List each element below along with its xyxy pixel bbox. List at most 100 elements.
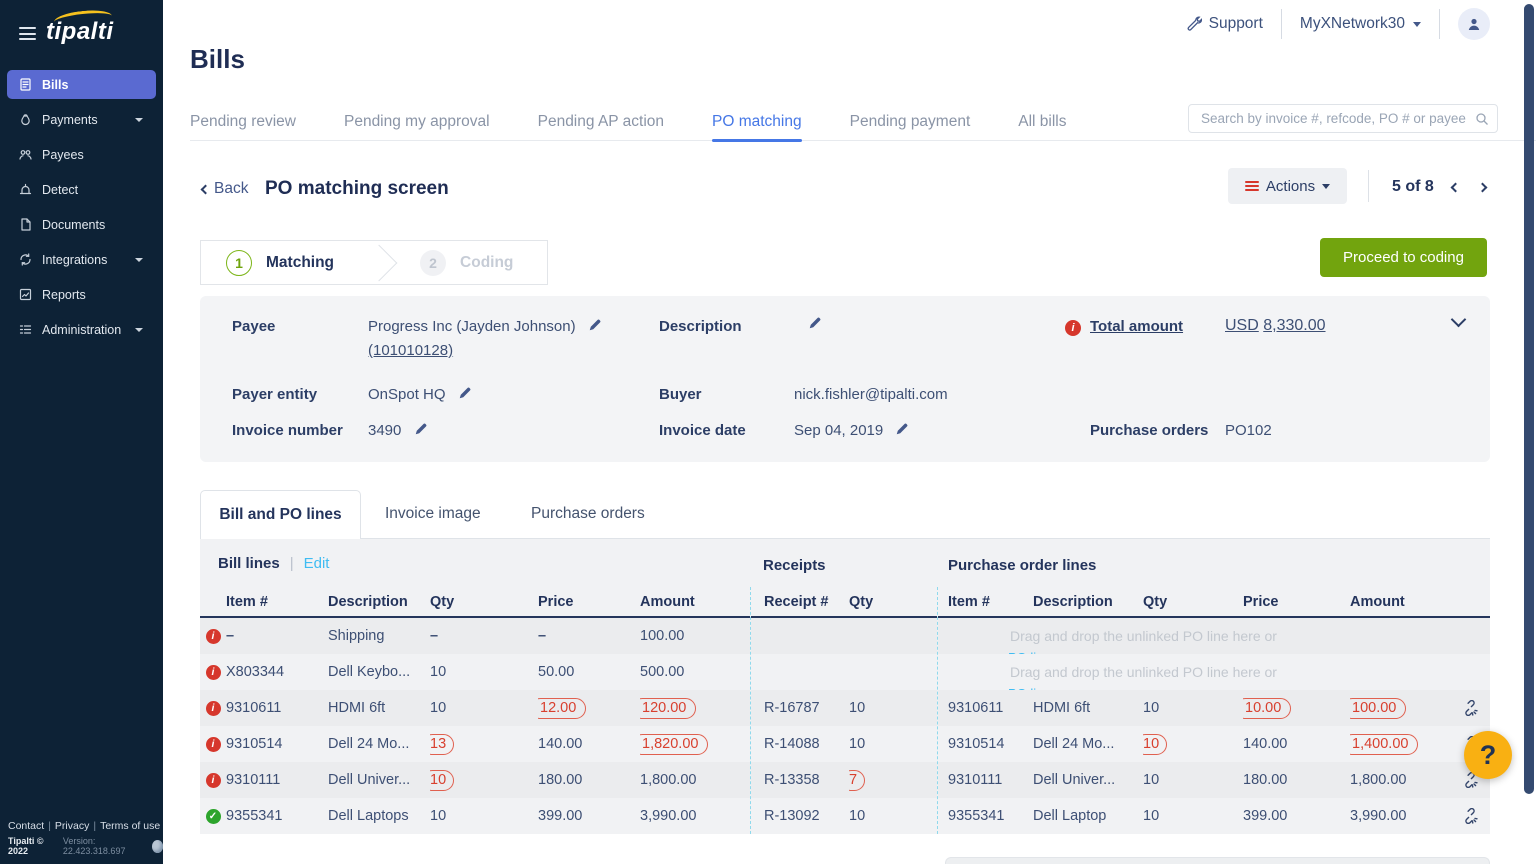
table-row[interactable]: i – Shipping – – 100.00 bbox=[200, 618, 750, 654]
user-avatar[interactable] bbox=[1458, 8, 1490, 40]
terms-link[interactable]: Terms of use bbox=[100, 820, 160, 832]
menu-hamburger-icon[interactable] bbox=[19, 27, 36, 40]
po-drop-zone[interactable]: Drag and drop the unlinked PO line here … bbox=[938, 618, 1490, 654]
table-row[interactable]: 9310514 Dell 24 Mo... 10 140.00 1,400.00 bbox=[938, 726, 1490, 762]
mismatch-badge: 1,400.00 bbox=[1350, 734, 1418, 755]
po-drop-zone[interactable]: Drag and drop the unlinked PO line here … bbox=[938, 654, 1490, 690]
privacy-link[interactable]: Privacy bbox=[55, 820, 89, 832]
table-row[interactable]: R-133587 bbox=[751, 762, 937, 798]
sidebar-item-reports[interactable]: Reports bbox=[7, 280, 156, 309]
table-row[interactable]: 9310611 HDMI 6ft 10 10.00 100.00 bbox=[938, 690, 1490, 726]
globe-icon[interactable] bbox=[152, 840, 163, 853]
edit-bill-lines-link[interactable]: Edit bbox=[304, 555, 330, 572]
table-row[interactable]: i 9310514 Dell 24 Mo... 13 140.00 1,820.… bbox=[200, 726, 750, 762]
edit-payer-entity-icon[interactable] bbox=[458, 386, 472, 404]
chevron-down-icon bbox=[135, 328, 143, 332]
help-button[interactable]: ? bbox=[1464, 731, 1512, 779]
unlink-icon[interactable] bbox=[1450, 808, 1490, 824]
tab-invoice-image[interactable]: Invoice image bbox=[385, 505, 481, 523]
table-row[interactable]: 9355341 Dell Laptop 10 399.00 3,990.00 bbox=[938, 798, 1490, 834]
collapse-summary-chevron[interactable] bbox=[1451, 312, 1467, 328]
payer-entity-value: OnSpot HQ bbox=[368, 386, 472, 404]
mismatch-badge: 7 bbox=[849, 770, 865, 791]
table-row[interactable]: 9310111 Dell Univer... 10 180.00 1,800.0… bbox=[938, 762, 1490, 798]
tab-pending-ap-action[interactable]: Pending AP action bbox=[538, 103, 664, 141]
payee-id-link[interactable]: (101010128) bbox=[368, 342, 453, 359]
edit-payee-icon[interactable] bbox=[588, 318, 602, 336]
step-coding[interactable]: 2 Coding bbox=[420, 250, 513, 276]
edit-invoice-date-icon[interactable] bbox=[895, 422, 909, 440]
topbar-divider bbox=[1439, 9, 1440, 39]
mismatch-badge: 1,820.00 bbox=[640, 734, 708, 755]
table-row bbox=[751, 618, 937, 654]
payments-icon bbox=[18, 112, 33, 127]
sidebar-footer: Contact|Privacy|Terms of use Tipalti © 2… bbox=[8, 820, 163, 856]
reports-icon bbox=[18, 287, 33, 302]
table-row[interactable]: ✓ 9355341 Dell Laptops 10 399.00 3,990.0… bbox=[200, 798, 750, 834]
record-pager: 5 of 8 bbox=[1392, 176, 1488, 198]
actions-label: Actions bbox=[1266, 178, 1315, 195]
account-menu[interactable]: MyXNetwork30 bbox=[1300, 15, 1421, 33]
tab-pending-payment[interactable]: Pending payment bbox=[850, 103, 971, 141]
receipts-table: Receipt # Qty R-1678710 R-1408810 R-1335… bbox=[750, 587, 938, 834]
pager-next-button[interactable] bbox=[1477, 176, 1488, 198]
description-label: Description bbox=[659, 318, 742, 335]
invoice-number-label: Invoice number bbox=[232, 422, 343, 439]
edit-description-icon[interactable] bbox=[808, 316, 822, 334]
table-row[interactable]: R-1309210 bbox=[751, 798, 937, 834]
total-amount-value[interactable]: USD 8,330.00 bbox=[1225, 317, 1326, 335]
table-row[interactable]: i 9310111 Dell Univer... 10 180.00 1,800… bbox=[200, 762, 750, 798]
step-matching[interactable]: 1 Matching bbox=[201, 250, 334, 276]
actions-menu-icon bbox=[1245, 181, 1259, 192]
search-input[interactable] bbox=[1189, 111, 1475, 126]
sidebar-item-payees[interactable]: Payees bbox=[7, 140, 156, 169]
tab-purchase-orders[interactable]: Purchase orders bbox=[531, 505, 645, 523]
proceed-to-coding-button[interactable]: Proceed to coding bbox=[1320, 238, 1487, 277]
vertical-scrollbar[interactable] bbox=[1524, 4, 1534, 794]
tab-pending-my-approval[interactable]: Pending my approval bbox=[344, 103, 490, 141]
step-arrow bbox=[361, 244, 398, 281]
sidebar-item-label: Administration bbox=[42, 323, 121, 337]
bill-lines-table: Item # Description Qty Price Amount i – … bbox=[200, 587, 750, 834]
pager-prev-button[interactable] bbox=[1450, 176, 1461, 198]
version-text: Version: 22.423.318.697 bbox=[63, 836, 147, 856]
table-row[interactable]: i 9310611 HDMI 6ft 10 12.00 120.00 bbox=[200, 690, 750, 726]
po-lines-table: Item # Description Qty Price Amount Drag… bbox=[938, 587, 1490, 834]
po-lines-title: Purchase order lines bbox=[948, 557, 1096, 574]
tab-bill-and-po-lines[interactable]: Bill and PO lines bbox=[200, 490, 361, 539]
screen-title: PO matching screen bbox=[265, 178, 449, 200]
support-button[interactable]: Support bbox=[1186, 15, 1263, 33]
next-section-edge bbox=[945, 857, 1490, 864]
total-amount-error-icon[interactable]: i bbox=[1065, 318, 1081, 336]
search-icon[interactable] bbox=[1475, 112, 1489, 126]
back-button[interactable]: Back bbox=[202, 180, 248, 198]
account-name: MyXNetwork30 bbox=[1300, 15, 1405, 33]
actions-button[interactable]: Actions bbox=[1228, 168, 1347, 204]
sidebar-item-detect[interactable]: Detect bbox=[7, 175, 156, 204]
table-row[interactable]: R-1678710 bbox=[751, 690, 937, 726]
sidebar-item-payments[interactable]: Payments bbox=[7, 105, 156, 134]
tipalti-logo: tipalti bbox=[46, 18, 114, 46]
table-row[interactable]: i X803344 Dell Keybo... 10 50.00 500.00 bbox=[200, 654, 750, 690]
total-amount-label[interactable]: Total amount bbox=[1090, 318, 1183, 335]
app-window: tipalti Bills Payments Payees Detect bbox=[0, 0, 1536, 864]
sidebar-item-administration[interactable]: Administration bbox=[7, 315, 156, 344]
invoice-date-value: Sep 04, 2019 bbox=[794, 422, 909, 440]
receipts-title: Receipts bbox=[763, 557, 826, 574]
mismatch-badge: 13 bbox=[430, 734, 454, 755]
sidebar-item-bills[interactable]: Bills bbox=[7, 70, 156, 99]
success-check-icon: ✓ bbox=[206, 809, 221, 824]
sidebar-item-integrations[interactable]: Integrations bbox=[7, 245, 156, 274]
tab-po-matching[interactable]: PO matching bbox=[712, 103, 802, 141]
po-lines-link[interactable]: PO lines bbox=[1008, 686, 1057, 690]
table-row[interactable]: R-1408810 bbox=[751, 726, 937, 762]
edit-invoice-number-icon[interactable] bbox=[414, 422, 428, 440]
tab-pending-review[interactable]: Pending review bbox=[190, 103, 296, 141]
contact-link[interactable]: Contact bbox=[8, 820, 44, 832]
sidebar-item-label: Reports bbox=[42, 288, 86, 302]
sidebar-item-documents[interactable]: Documents bbox=[7, 210, 156, 239]
tab-all-bills[interactable]: All bills bbox=[1018, 103, 1066, 141]
payer-entity-label: Payer entity bbox=[232, 386, 317, 403]
administration-icon bbox=[18, 322, 33, 337]
unlink-icon[interactable] bbox=[1450, 700, 1490, 716]
